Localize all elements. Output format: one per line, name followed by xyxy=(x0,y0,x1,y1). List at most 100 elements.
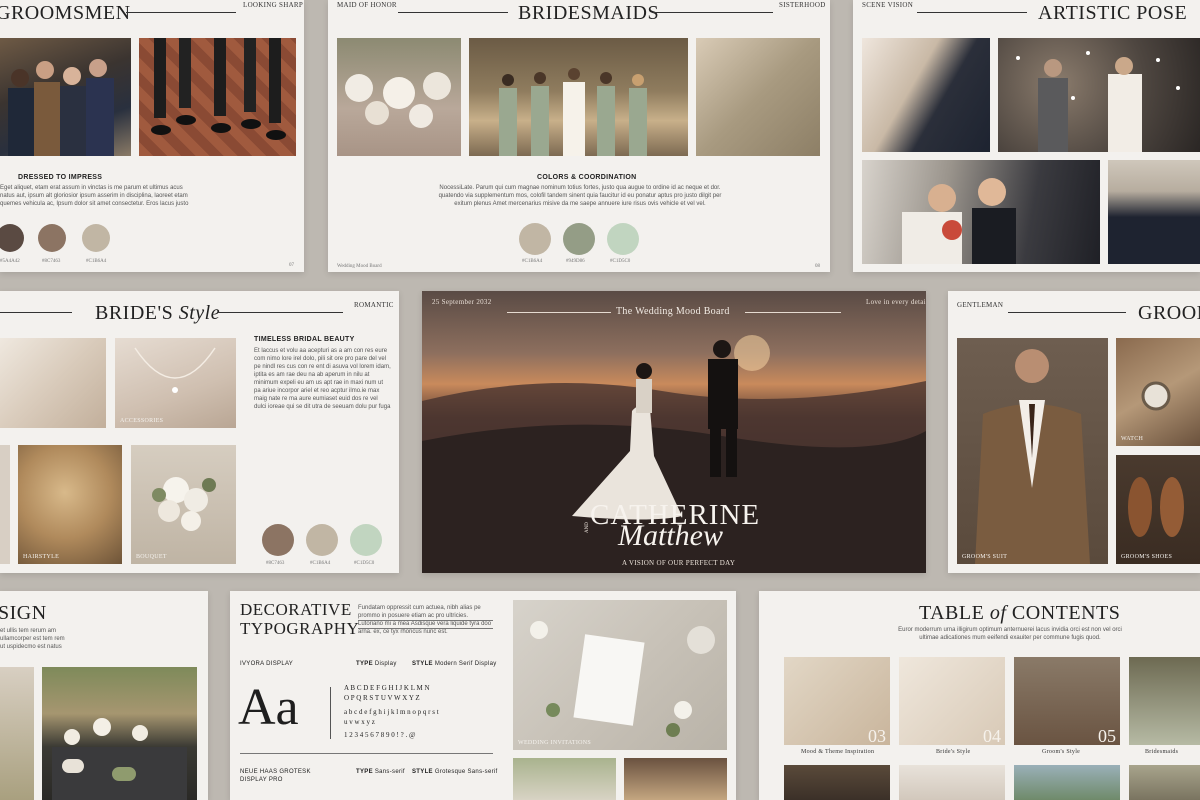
cover-tagline: Love in every detail xyxy=(866,298,926,306)
toc-item-number: 03 xyxy=(868,726,886,745)
slide-typography[interactable]: DECORATIVE TYPOGRAPHY Fundatam oppressit… xyxy=(230,591,736,800)
legs-illustration xyxy=(151,38,286,140)
color-swatch xyxy=(38,224,66,252)
slide-title: BRIDE'S Style xyxy=(95,302,220,325)
table-illustration xyxy=(52,718,187,800)
color-swatch xyxy=(607,223,639,255)
confetti-illustration xyxy=(1016,51,1180,152)
slide-tag: GENTLEMAN xyxy=(957,301,1004,309)
slide-bridesmaids[interactable]: MAID OF HONOR BRIDESMAIDS SISTERHOOD COL… xyxy=(328,0,830,272)
swatch-hex: #C1B6A4 xyxy=(86,259,107,264)
sample-divider xyxy=(330,687,331,739)
title-line-1: DECORATIVE xyxy=(240,600,352,619)
slide-tag-right: SISTERHOOD xyxy=(779,1,826,9)
toc-item-photo[interactable] xyxy=(1129,657,1200,745)
slide-groom[interactable]: GENTLEMAN GROOM GROOM'S SUIT WATCH GROOM… xyxy=(948,291,1200,573)
toc-item-label[interactable]: Groom's Style xyxy=(1042,749,1080,755)
title-plain: BRIDE'S xyxy=(95,302,174,324)
groomsmen-group-illustration xyxy=(8,59,114,156)
font1-lowercase: a b c d e f g h i j k l m n o p q r s t xyxy=(344,708,439,716)
necklace-illustration xyxy=(134,347,216,393)
font1-uppercase-2: O P Q R S T U V W X Y Z xyxy=(344,694,420,702)
type-value: Display xyxy=(374,661,397,667)
style-value: Grotesque Sans-serif xyxy=(434,769,498,775)
slide-cover[interactable]: 25 September 2032 The Wedding Mood Board… xyxy=(422,291,926,573)
photo-caption: BOUQUET xyxy=(136,554,167,560)
type-label: TYPE xyxy=(356,769,373,775)
bridesmaids-illustration xyxy=(499,68,647,156)
section-body: et ullis tem rerum am ullamcorper est te… xyxy=(0,628,65,650)
toc-row2-photo xyxy=(899,765,1005,800)
swatch-hex: #8C7463 xyxy=(266,561,285,566)
title-plain: CONTENTS xyxy=(1011,602,1121,624)
color-swatch xyxy=(306,524,338,556)
bridesmaids-detail-photo xyxy=(696,38,820,156)
swatch-hex: #8C7463 xyxy=(42,259,61,264)
cover-rule-left xyxy=(507,312,611,313)
groomsmen-photo xyxy=(0,38,131,156)
font2-style: STYLE Grotesque Sans-serif xyxy=(412,769,498,775)
reception-side-photo xyxy=(0,667,34,800)
slide-title: ARTISTIC POSE xyxy=(1038,2,1188,24)
toc-item-number: 05 xyxy=(1098,726,1116,745)
slide-artistic-pose[interactable]: SCENE VISION ARTISTIC POSE xyxy=(853,0,1200,272)
title-rule xyxy=(1008,312,1126,313)
font1-digits: 1 2 3 4 5 6 7 8 9 0 ! ? . @ xyxy=(344,731,416,739)
toc-item-label[interactable]: Mood & Theme Inspiration xyxy=(801,749,874,755)
toc-row2-photo xyxy=(784,765,890,800)
toc-intro: Euror moderrum urna illigirum optimum an… xyxy=(898,627,1122,641)
slide-tag: LOOKING SHARP xyxy=(243,1,304,9)
bouquet-illustration xyxy=(152,477,216,531)
slide-design[interactable]: SIGN et ullis tem rerum am ullamcorper e… xyxy=(0,591,208,800)
candles-photo xyxy=(624,758,727,800)
car-couple-photo xyxy=(862,160,1100,264)
color-swatch xyxy=(82,224,110,252)
footer-label: Wedding Mood Board xyxy=(337,264,382,269)
slide-title: GROOM xyxy=(1138,302,1200,324)
swatch-hex: #5A4A42 xyxy=(0,259,20,264)
shoes-photo: GROOM'S SHOES xyxy=(1116,455,1200,564)
slide-title: TABLE of CONTENTS xyxy=(919,602,1120,625)
and-label: AND xyxy=(585,522,590,533)
photo-caption: WEDDING INVITATIONS xyxy=(518,740,592,746)
section-body: Eget aliquet, etam erat assum in vinctas… xyxy=(0,185,189,207)
section-heading: COLORS & COORDINATION xyxy=(537,174,637,181)
floral-photo xyxy=(513,758,616,800)
color-swatch xyxy=(519,223,551,255)
title-plain: TABLE xyxy=(919,602,985,624)
photo-caption: GROOM'S SUIT xyxy=(962,554,1008,560)
slide-groomsmen[interactable]: GROOMSMEN LOOKING SHARP DRESSED TO IMPRE… xyxy=(0,0,304,272)
title-rule xyxy=(917,12,1027,13)
font1-uppercase: A B C D E F G H I J K L M N xyxy=(344,684,430,692)
toc-item-photo[interactable]: 05 xyxy=(1014,657,1120,745)
section-heading: DRESSED TO IMPRESS xyxy=(18,174,103,181)
bouquets-illustration xyxy=(345,72,451,128)
color-swatch xyxy=(563,223,595,255)
groomsmen-shoes-photo xyxy=(139,38,296,156)
watch-illustration xyxy=(1141,381,1171,411)
photo-caption: HAIRSTYLE xyxy=(23,554,60,560)
toc-item-photo[interactable]: 04 xyxy=(899,657,1005,745)
toc-item-label[interactable]: Bride's Style xyxy=(936,749,970,755)
slide-title: GROOMSMEN xyxy=(0,2,131,24)
title-rule-right xyxy=(218,312,343,313)
font2-name-line2: DISPLAY PRO xyxy=(240,777,283,783)
bouquets-photo xyxy=(337,38,461,156)
toc-item-label[interactable]: Bridesmaids xyxy=(1145,749,1178,755)
bouquet-photo: BOUQUET xyxy=(131,445,236,564)
slide-brides-style[interactable]: BRIDE'S Style ROMANTIC ACCESSORIES HAIRS… xyxy=(0,291,399,573)
font1-name: IVYORA DISPLAY xyxy=(240,661,294,667)
swatch-hex: #949D86 xyxy=(566,259,585,264)
font-separator xyxy=(240,753,493,754)
confetti-photo xyxy=(998,38,1200,152)
bridesmaids-forest-photo xyxy=(469,38,688,156)
toc-item-photo[interactable]: 03 xyxy=(784,657,890,745)
intro-rule-2 xyxy=(358,628,493,629)
font1-style: STYLE Modern Serif Display xyxy=(412,661,497,667)
font1-type: TYPE Display xyxy=(356,661,397,667)
cover-rule-right xyxy=(745,312,841,313)
font2-name-line1: NEUE HAAS GROTESK xyxy=(240,769,311,775)
section-body: Et laccus et volu aa acepturi as a am co… xyxy=(254,348,391,410)
slide-table-of-contents[interactable]: TABLE of CONTENTS Euror moderrum urna il… xyxy=(759,591,1200,800)
photo-caption: ACCESSORIES xyxy=(120,418,164,424)
